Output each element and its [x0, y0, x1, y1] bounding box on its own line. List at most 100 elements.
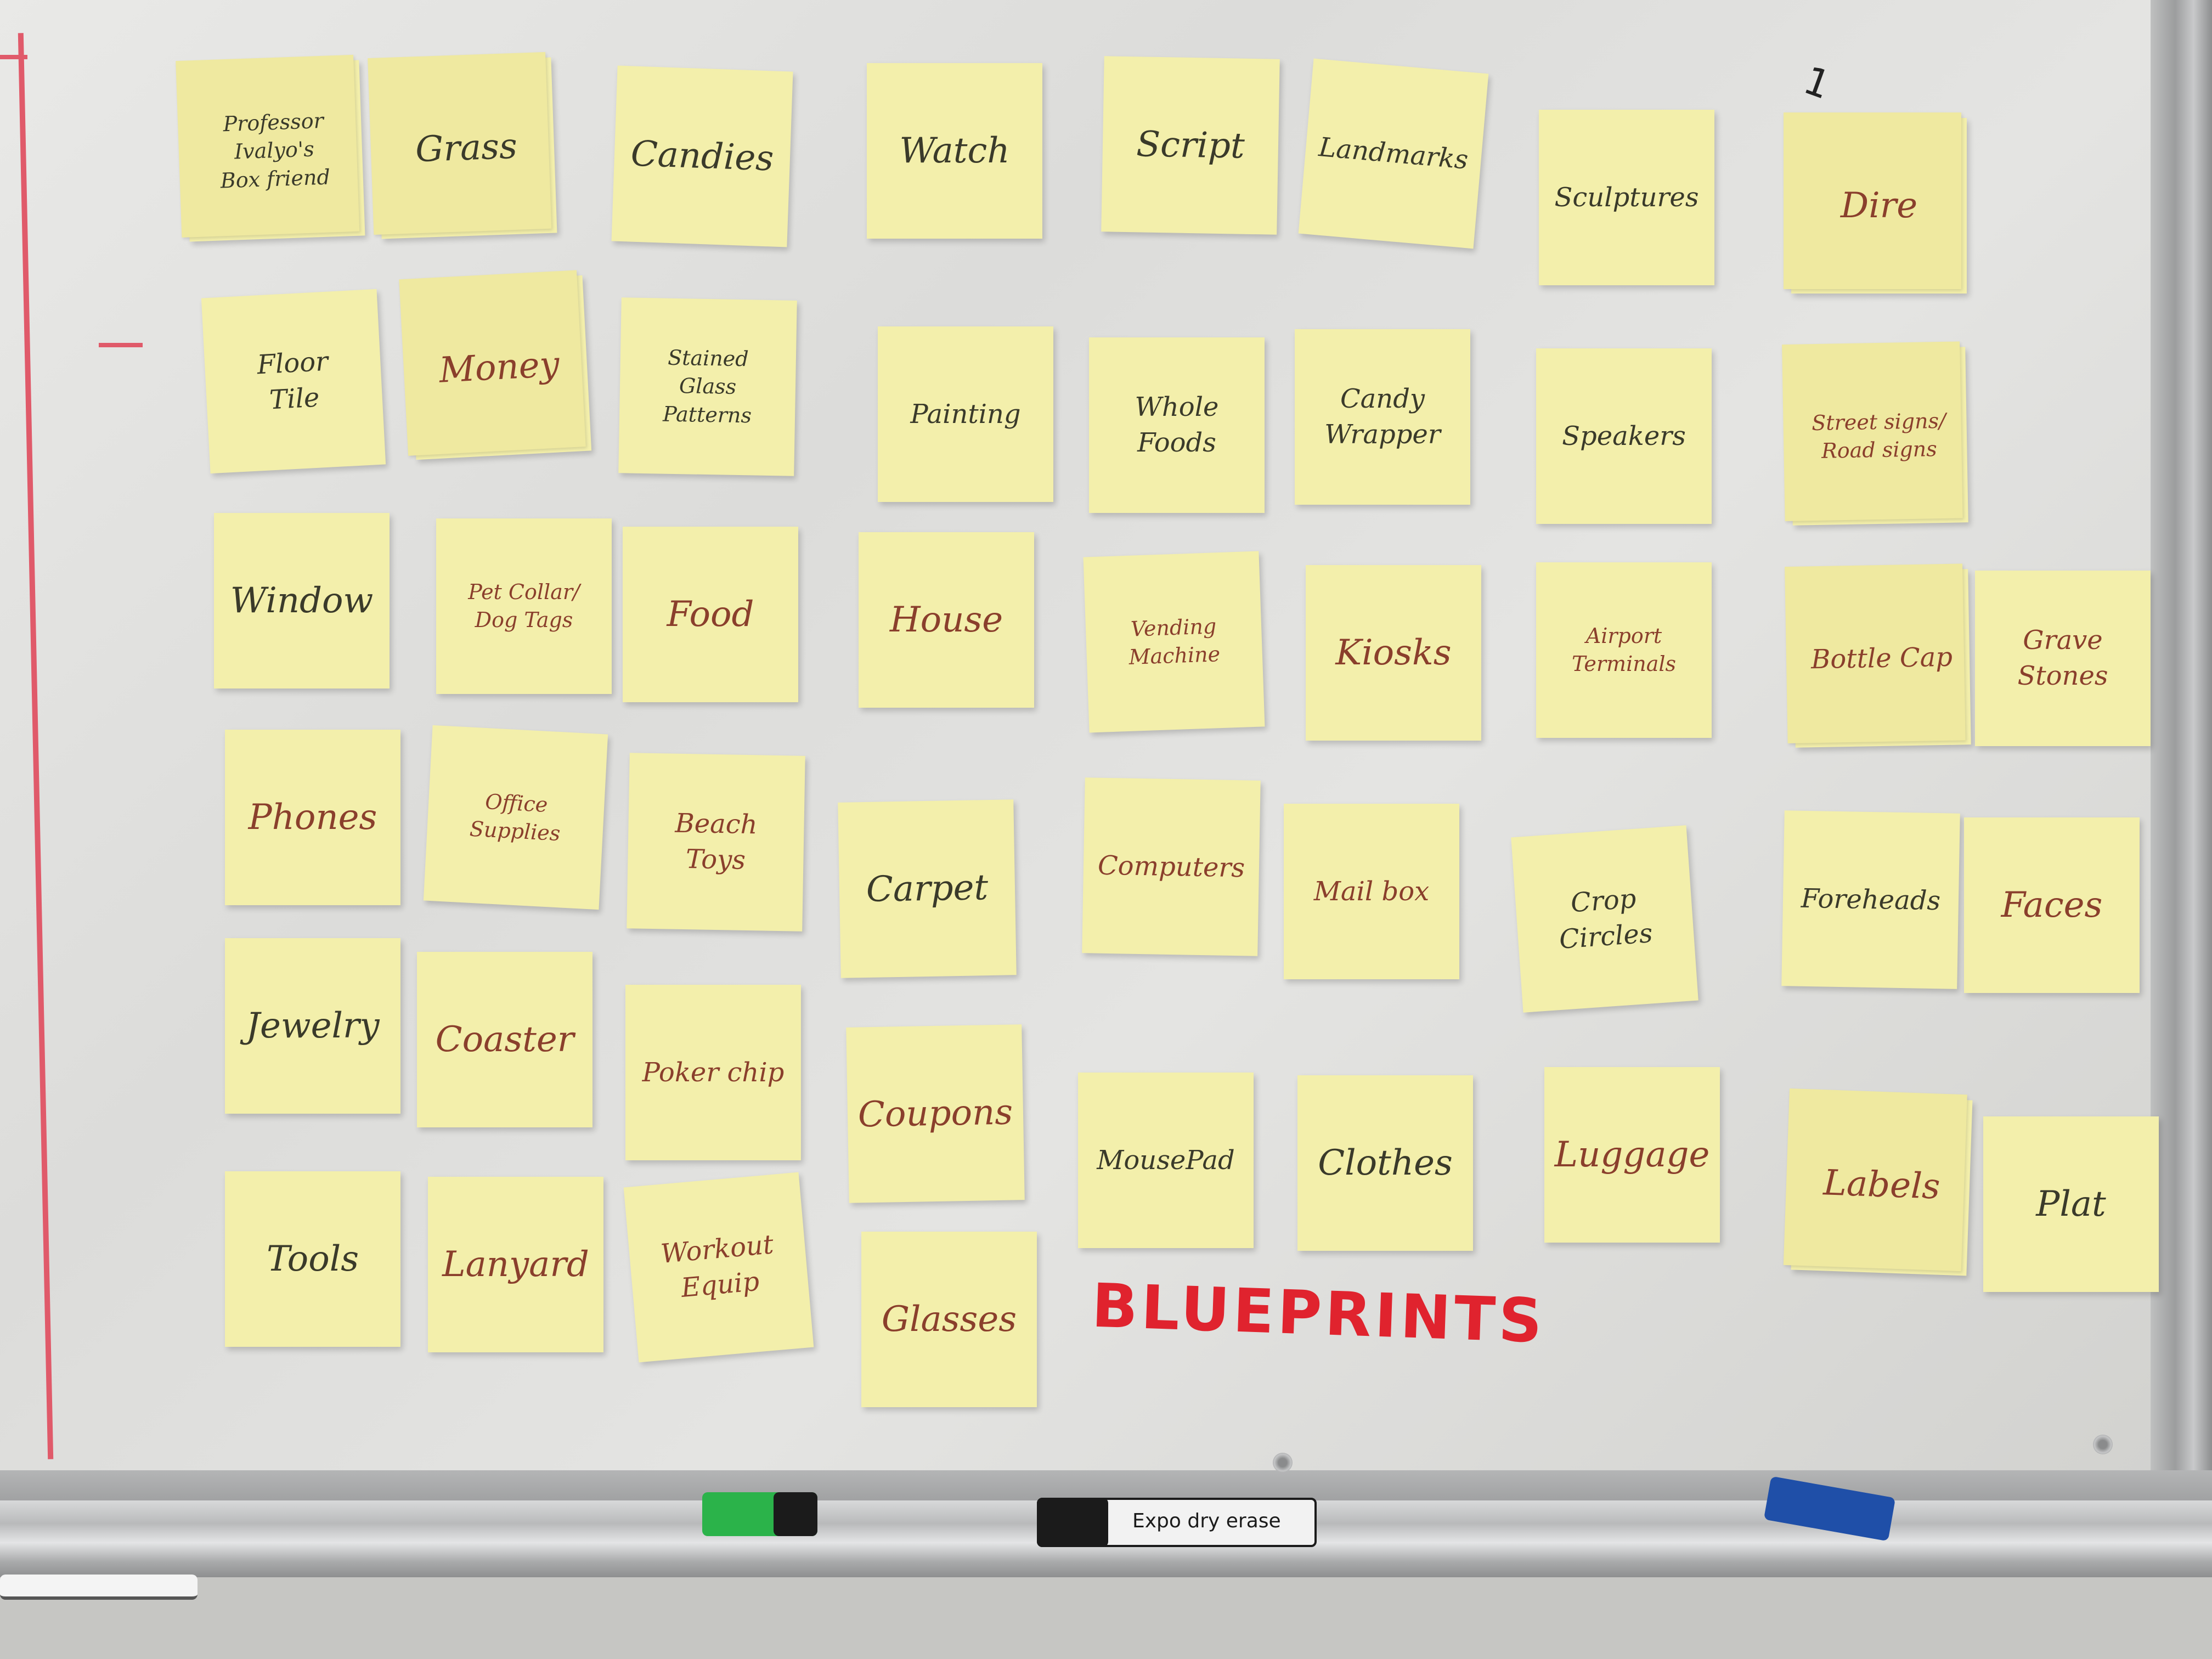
sticky-note[interactable]: Lanyard	[428, 1177, 603, 1352]
sticky-note[interactable]: Window	[214, 513, 390, 689]
sticky-note-text: Glasses	[881, 1299, 1017, 1340]
screw	[1273, 1453, 1293, 1472]
sticky-note-text: Computers	[1097, 850, 1245, 883]
sticky-note[interactable]: Labels	[1791, 1094, 1973, 1276]
sticky-note-text: House	[889, 599, 1003, 640]
sticky-note-text: Script	[1136, 124, 1245, 167]
sticky-note-text: Vending Machine	[1128, 614, 1221, 669]
sticky-note[interactable]: Stained Glass Patterns	[618, 297, 797, 476]
sticky-note[interactable]: Glasses	[861, 1232, 1037, 1407]
sticky-note-text: Lanyard	[442, 1244, 589, 1285]
sticky-note-text: Plat	[2036, 1183, 2106, 1224]
margin-line-left	[18, 33, 54, 1459]
sticky-note[interactable]: Grave Stones	[1975, 571, 2151, 746]
sticky-note[interactable]: Landmarks	[1298, 58, 1489, 249]
sticky-note[interactable]: Mail box	[1284, 804, 1459, 979]
sticky-note-text: Crop Circles	[1558, 883, 1654, 955]
sticky-note-text: Carpet	[866, 867, 989, 910]
sticky-note-text: Coaster	[435, 1019, 574, 1060]
sticky-note-text: Tools	[266, 1238, 359, 1279]
sticky-note[interactable]: Plat	[1983, 1116, 2159, 1292]
sticky-note-text: Landmarks	[1317, 131, 1470, 176]
sticky-note[interactable]: Workout Equip	[623, 1172, 814, 1363]
sticky-note-text: Kiosks	[1335, 632, 1452, 673]
sticky-note[interactable]: Tools	[225, 1171, 400, 1347]
sticky-note[interactable]: House	[859, 532, 1034, 708]
sticky-note[interactable]: Watch	[867, 63, 1042, 239]
sticky-note-text: Poker chip	[642, 1057, 785, 1088]
sticky-note[interactable]: Computers	[1082, 777, 1261, 956]
sticky-note[interactable]: Whole Foods	[1089, 337, 1265, 513]
sticky-note[interactable]: Crop Circles	[1511, 825, 1699, 1013]
sticky-note[interactable]: Foreheads	[1781, 810, 1960, 989]
sticky-note[interactable]: Jewelry	[225, 938, 400, 1114]
sticky-note-text: MousePad	[1097, 1144, 1235, 1176]
sticky-note-text: Workout Equip	[659, 1229, 775, 1304]
sticky-note-text: Candy Wrapper	[1324, 383, 1441, 450]
sticky-note-text: Labels	[1822, 1163, 1941, 1207]
sticky-note[interactable]: Speakers	[1536, 348, 1712, 524]
sticky-note-text: Floor Tile	[256, 346, 329, 416]
sticky-note-text: Money	[438, 344, 561, 391]
sticky-note-text: Phones	[248, 797, 377, 838]
sticky-note[interactable]: Candies	[611, 65, 793, 247]
sticky-note-text: Beach Toys	[675, 808, 758, 876]
sticky-note-text: Pet Collar/ Dog Tags	[468, 579, 580, 632]
sticky-note[interactable]: Floor Tile	[201, 289, 386, 474]
sticky-note[interactable]: Coupons	[846, 1024, 1025, 1203]
board-frame-right	[2151, 0, 2212, 1492]
black-marker-cap	[1037, 1498, 1108, 1547]
sticky-note[interactable]: Candy Wrapper	[1295, 329, 1470, 505]
sticky-note-text: Coupons	[857, 1092, 1013, 1136]
sticky-note-text: Watch	[899, 130, 1010, 171]
sticky-note-text: Stained Glass Patterns	[662, 345, 752, 428]
sticky-note[interactable]: Professor Ivalyo's Box friend	[183, 60, 365, 242]
sticky-note[interactable]: Pet Collar/ Dog Tags	[436, 518, 612, 694]
marker-label: Expo dry erase	[1132, 1510, 1281, 1532]
sticky-note[interactable]: Money	[407, 275, 592, 460]
sticky-note[interactable]: Clothes	[1297, 1075, 1473, 1251]
sticky-note-text: Painting	[910, 398, 1021, 430]
sticky-note[interactable]: Sculptures	[1539, 110, 1714, 285]
sticky-note-text: Luggage	[1554, 1134, 1710, 1175]
sticky-note-text: Faces	[2001, 884, 2103, 926]
sticky-note[interactable]: Luggage	[1544, 1067, 1720, 1243]
sticky-note[interactable]: MousePad	[1078, 1073, 1254, 1248]
sticky-note[interactable]: Bottle Cap	[1792, 569, 1971, 748]
sticky-note-text: Dire	[1840, 185, 1918, 226]
sticky-note-text: Whole Foods	[1135, 392, 1219, 458]
sticky-note-text: Speakers	[1562, 420, 1686, 452]
margin-mark-mid	[99, 343, 143, 347]
green-marker-cap-end	[774, 1492, 817, 1536]
sticky-note[interactable]: Beach Toys	[627, 753, 805, 932]
sticky-note[interactable]: Kiosks	[1306, 565, 1481, 741]
sticky-note[interactable]: Phones	[225, 730, 400, 905]
sticky-note[interactable]: Coaster	[417, 952, 592, 1127]
sticky-note-text: Clothes	[1318, 1142, 1453, 1183]
sticky-note[interactable]: Grass	[375, 57, 557, 239]
sticky-note-text: Mail box	[1313, 876, 1430, 907]
sticky-note-text: Professor Ivalyo's Box friend	[220, 108, 331, 193]
sticky-note-text: Bottle Cap	[1810, 641, 1953, 675]
sticky-note[interactable]: Office Supplies	[423, 725, 608, 910]
sticky-note-text: Office Supplies	[469, 789, 561, 846]
sticky-note-text: Sculptures	[1554, 182, 1699, 213]
sticky-note-text: Foreheads	[1801, 883, 1941, 916]
sticky-note[interactable]: Faces	[1964, 817, 2140, 993]
margin-mark-top	[0, 55, 27, 59]
sticky-note-text: Window	[230, 580, 374, 621]
sticky-note[interactable]: Vending Machine	[1083, 551, 1265, 733]
sticky-note[interactable]: Airport Terminals	[1536, 562, 1712, 738]
sticky-note-text: Jewelry	[246, 1005, 380, 1046]
sticky-note[interactable]: Painting	[878, 326, 1053, 502]
sticky-note-text: Food	[667, 594, 754, 635]
screw	[2093, 1435, 2113, 1454]
sticky-note[interactable]: Carpet	[838, 799, 1017, 978]
sticky-note[interactable]: Food	[623, 527, 798, 702]
sticky-note-text: Grave Stones	[2017, 625, 2108, 691]
sticky-note[interactable]: Script	[1101, 56, 1280, 235]
white-crayon[interactable]	[0, 1575, 198, 1600]
sticky-note[interactable]: Poker chip	[625, 985, 801, 1160]
sticky-note[interactable]: Street signs/ Road signs	[1790, 347, 1968, 526]
sticky-note[interactable]: Dire	[1784, 112, 1967, 294]
